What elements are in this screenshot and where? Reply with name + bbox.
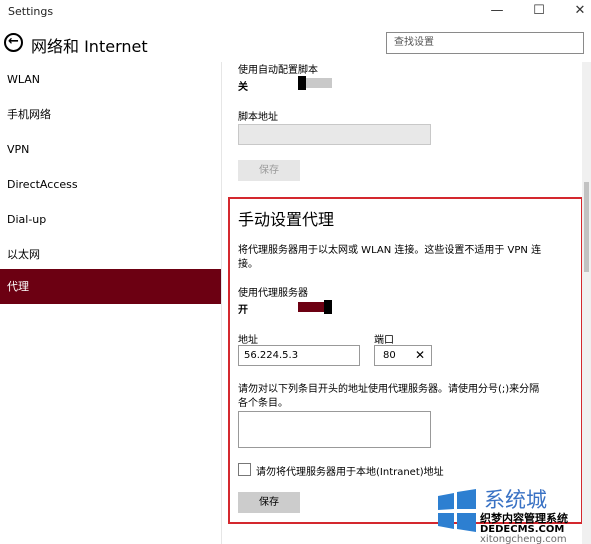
auto-script-state: 关	[238, 82, 248, 93]
window-title: Settings	[8, 5, 54, 18]
close-window-button[interactable]: ✕	[560, 0, 591, 24]
sidebar-item-wlan[interactable]: WLAN	[0, 62, 221, 97]
sidebar-item-cellular[interactable]: 手机网络	[0, 97, 221, 132]
sidebar-item-dialup[interactable]: Dial-up	[0, 202, 221, 237]
minimize-button[interactable]: —	[477, 0, 517, 24]
title-bar: Settings — ☐ ✕	[0, 0, 591, 24]
sidebar-item-ethernet[interactable]: 以太网	[0, 237, 221, 272]
auto-script-toggle[interactable]	[298, 76, 332, 90]
search-input[interactable]: 查找设置	[386, 32, 584, 54]
auto-save-button[interactable]: 保存	[238, 160, 300, 181]
sidebar-item-directaccess[interactable]: DirectAccess	[0, 167, 221, 202]
maximize-button[interactable]: ☐	[519, 0, 559, 24]
watermark: 系统城 织梦内容管理系统 DEDECMS.COM xitongcheng.com	[432, 478, 591, 544]
sidebar-nav: WLAN 手机网络 VPN DirectAccess Dial-up 以太网 代…	[0, 62, 221, 544]
back-arrow-icon[interactable]: ←	[4, 33, 23, 52]
watermark-line3: xitongcheng.com	[480, 534, 567, 544]
script-address-label: 脚本地址	[238, 112, 278, 123]
toggle-thumb	[298, 76, 306, 90]
scrollbar-thumb[interactable]	[584, 182, 589, 272]
sidebar-item-vpn[interactable]: VPN	[0, 132, 221, 167]
manual-proxy-highlight-box	[228, 197, 583, 524]
sidebar-item-proxy[interactable]: 代理	[0, 269, 221, 304]
windows-logo-icon	[438, 489, 476, 532]
page-header: ← 网络和 Internet 查找设置	[0, 24, 591, 62]
scrollbar[interactable]	[582, 62, 591, 544]
auto-script-label: 使用自动配置脚本	[238, 65, 318, 76]
script-address-field[interactable]	[238, 124, 431, 145]
page-title: 网络和 Internet	[31, 37, 148, 56]
